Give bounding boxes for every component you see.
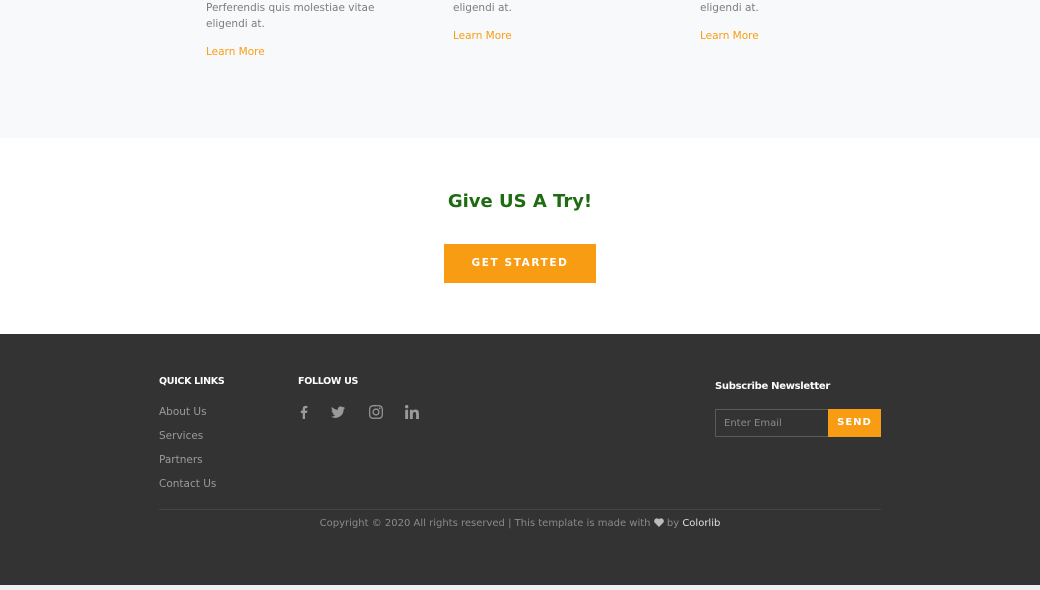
service-text-line: eligendi at. (206, 18, 265, 30)
send-button[interactable]: SEND (828, 409, 881, 437)
footer-link-partners[interactable]: Partners (159, 454, 203, 466)
twitter-icon[interactable] (331, 404, 345, 418)
cta-title: Give US A Try! (447, 191, 593, 212)
quick-links-title: QUICK LINKS (159, 376, 225, 387)
colorlib-link[interactable]: Colorlib (682, 518, 720, 529)
copyright-text: Copyright © 2020 All rights reserved | T… (319, 518, 651, 529)
get-started-button[interactable]: GET STARTED (444, 244, 596, 283)
facebook-icon[interactable] (297, 404, 311, 419)
copyright: Copyright © 2020 All rights reserved | T… (0, 518, 1040, 529)
learn-more-link[interactable]: Learn More (206, 44, 374, 60)
cta-section: Give US A Try! GET STARTED (0, 138, 1040, 334)
linkedin-icon[interactable] (404, 404, 419, 419)
copyright-by: by (666, 518, 680, 529)
service-card-2: eligendi at. Learn More (453, 0, 512, 44)
footer-link-services[interactable]: Services (159, 430, 203, 442)
footer: QUICK LINKS About Us Services Partners C… (0, 334, 1040, 585)
services-section: Perferendis quis molestiae vitae eligend… (0, 0, 1040, 138)
service-text-line: eligendi at. (700, 2, 759, 14)
instagram-icon[interactable] (369, 404, 383, 419)
footer-divider (159, 509, 881, 510)
service-card-1: Perferendis quis molestiae vitae eligend… (206, 0, 374, 60)
footer-link-about[interactable]: About Us (159, 406, 207, 418)
heart-icon (653, 518, 664, 527)
service-text-line: eligendi at. (453, 2, 512, 14)
footer-link-contact[interactable]: Contact Us (159, 478, 216, 490)
learn-more-link[interactable]: Learn More (453, 28, 512, 44)
email-field[interactable] (715, 409, 829, 437)
newsletter-title: Subscribe Newsletter (715, 381, 830, 392)
service-card-3: eligendi at. Learn More (700, 0, 759, 44)
service-text-line: Perferendis quis molestiae vitae (206, 2, 375, 14)
learn-more-link[interactable]: Learn More (700, 28, 759, 44)
follow-us-title: FOLLOW US (298, 376, 359, 387)
